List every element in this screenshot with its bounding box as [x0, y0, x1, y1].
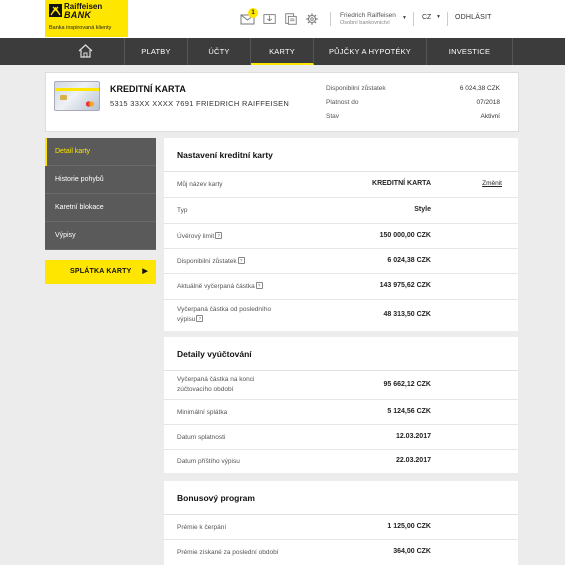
row-label: Vyčerpaná částka od posledního výpisu? [177, 306, 272, 323]
user-role: Osobní bankovnictví [340, 20, 390, 26]
row-value: 95 662,12 CZK [383, 381, 431, 388]
sidebar: Detail karty Historie pohybů Karetní blo… [45, 138, 156, 250]
row-label: Prémie získané za poslední období [177, 549, 279, 556]
row-label: Datum splatnosti [177, 434, 226, 441]
card-info-value: 07/2018 [476, 99, 501, 106]
table-row: Prémie získané za poslední období 364,00… [164, 540, 518, 565]
row-value: 143 975,62 CZK [379, 282, 431, 289]
row-label: Můj název karty [177, 181, 223, 188]
row-label: Typ [177, 207, 188, 214]
header-divider [330, 12, 331, 26]
table-row: Datum příštího výpisu 22.03.2017 [164, 450, 518, 473]
sidebar-item-detail-karty[interactable]: Detail karty [45, 138, 156, 166]
table-row: Typ Style [164, 198, 518, 224]
card-repayment-button[interactable]: SPLÁTKA KARTY ▶ [45, 260, 156, 284]
row-label: Minimální splátka [177, 409, 228, 416]
brand-tagline: Banka inspirovaná klienty [49, 25, 112, 31]
card-chip-icon [60, 95, 67, 100]
billing-details-panel: Detaily vyúčtování Vyčerpaná částka na k… [164, 337, 518, 473]
raiffeisen-logo[interactable]: Raiffeisen BANK Banka inspirovaná klient… [45, 0, 128, 37]
card-info-value: 6 024,38 CZK [459, 85, 500, 92]
row-label: Prémie k čerpání [177, 524, 227, 531]
row-value: 12.03.2017 [395, 433, 431, 440]
row-label: Vyčerpaná částka na konci zúčtovacího obd… [177, 376, 255, 393]
card-summary: KREDITNÍ KARTA 5315 33XX XXXX 7691 FRIED… [45, 72, 519, 132]
table-row: Prémie k čerpání 1 125,00 CZK [164, 515, 518, 540]
card-info-label: Disponibilní zůstatek [326, 85, 386, 92]
chevron-down-icon[interactable]: ▼ [436, 14, 441, 20]
user-name[interactable]: Friedrich Raiffeisen [340, 12, 396, 19]
table-row: Úvěrový limit? 150 000,00 CZK [164, 224, 518, 249]
card-settings-panel: Nastavení kreditní karty Můj název karty… [164, 138, 518, 331]
table-row: Můj název karty KREDITNÍ KARTA Změnit [164, 172, 518, 198]
row-value: Style [414, 206, 431, 213]
row-value: 5 124,56 CZK [387, 408, 431, 415]
row-value: 6 024,38 CZK [387, 257, 431, 264]
mastercard-icon [85, 101, 95, 107]
row-value: 22.03.2017 [395, 457, 431, 464]
panel-title: Detaily vyúčtování [164, 337, 518, 371]
chevron-down-icon[interactable]: ▼ [402, 15, 407, 21]
change-name-link[interactable]: Změnit [482, 180, 502, 187]
arrow-right-icon: ▶ [142, 268, 148, 275]
help-icon[interactable]: ? [196, 315, 204, 322]
bonus-program-panel: Bonusový program Prémie k čerpání 1 125,… [164, 481, 518, 565]
inbox-icon[interactable] [263, 12, 277, 26]
card-repayment-label: SPLÁTKA KARTY [70, 268, 132, 275]
row-value: 1 125,00 CZK [387, 523, 431, 530]
table-row: Disponibilní zůstatek? 6 024,38 CZK [164, 249, 518, 274]
nav-home[interactable] [45, 38, 125, 65]
row-value: 150 000,00 CZK [379, 232, 431, 239]
header-divider [413, 12, 414, 26]
sidebar-item-historie-pohybu[interactable]: Historie pohybů [45, 166, 156, 194]
sidebar-item-karetni-blokace[interactable]: Karetní blokace [45, 194, 156, 222]
nav-platby[interactable]: PLATBY [125, 38, 188, 65]
sidebar-item-vypisy[interactable]: Výpisy [45, 222, 156, 250]
row-label: Datum příštího výpisu [177, 458, 240, 465]
panel-title: Nastavení kreditní karty [164, 138, 518, 172]
row-label: Úvěrový limit? [177, 232, 223, 242]
main-navigation: PLATBY ÚČTY KARTY PŮJČKY A HYPOTÉKY INVE… [0, 38, 565, 65]
row-label: Disponibilní zůstatek? [177, 257, 245, 267]
header-divider [447, 12, 448, 26]
table-row: Vyčerpaná částka od posledního výpisu? 48… [164, 300, 518, 331]
nav-investice[interactable]: INVESTICE [427, 38, 513, 65]
card-number-holder: 5315 33XX XXXX 7691 FRIEDRICH RAIFFEISEN [110, 99, 290, 108]
help-icon[interactable]: ? [237, 257, 245, 264]
home-icon [78, 44, 93, 58]
card-info-value: Aktivní [480, 113, 500, 120]
raiffeisen-gable-icon [49, 4, 62, 17]
credit-card-image [54, 81, 100, 111]
card-info-label: Platnost do [326, 99, 359, 106]
card-info-label: Stav [326, 113, 340, 120]
logout-link[interactable]: ODHLÁSIT [455, 14, 492, 21]
table-row: Datum splatnosti 12.03.2017 [164, 425, 518, 450]
mail-count-badge: 1 [248, 8, 258, 18]
language-selector[interactable]: CZ [422, 14, 431, 21]
table-row: Vyčerpaná částka na konci zúčtovacího obd… [164, 371, 518, 400]
panel-title: Bonusový program [164, 481, 518, 515]
row-label: Aktuálně vyčerpaná částka? [177, 282, 263, 292]
gear-icon[interactable] [305, 12, 319, 26]
help-icon[interactable]: ? [215, 232, 223, 239]
row-value: KREDITNÍ KARTA [372, 180, 431, 187]
document-icon[interactable] [284, 12, 298, 26]
table-row: Aktuálně vyčerpaná částka? 143 975,62 CZ… [164, 274, 518, 300]
nav-ucty[interactable]: ÚČTY [188, 38, 251, 65]
brand-bank: BANK [64, 10, 92, 20]
nav-karty[interactable]: KARTY [251, 38, 314, 65]
help-icon[interactable]: ? [255, 282, 263, 289]
row-value: 364,00 CZK [393, 548, 431, 555]
card-title: KREDITNÍ KARTA [110, 84, 186, 94]
nav-pujcky-hypoteky[interactable]: PŮJČKY A HYPOTÉKY [314, 38, 427, 65]
table-row: Minimální splátka 5 124,56 CZK [164, 400, 518, 425]
top-header: Raiffeisen BANK Banka inspirovaná klient… [0, 0, 565, 38]
row-value: 48 313,50 CZK [383, 311, 431, 318]
